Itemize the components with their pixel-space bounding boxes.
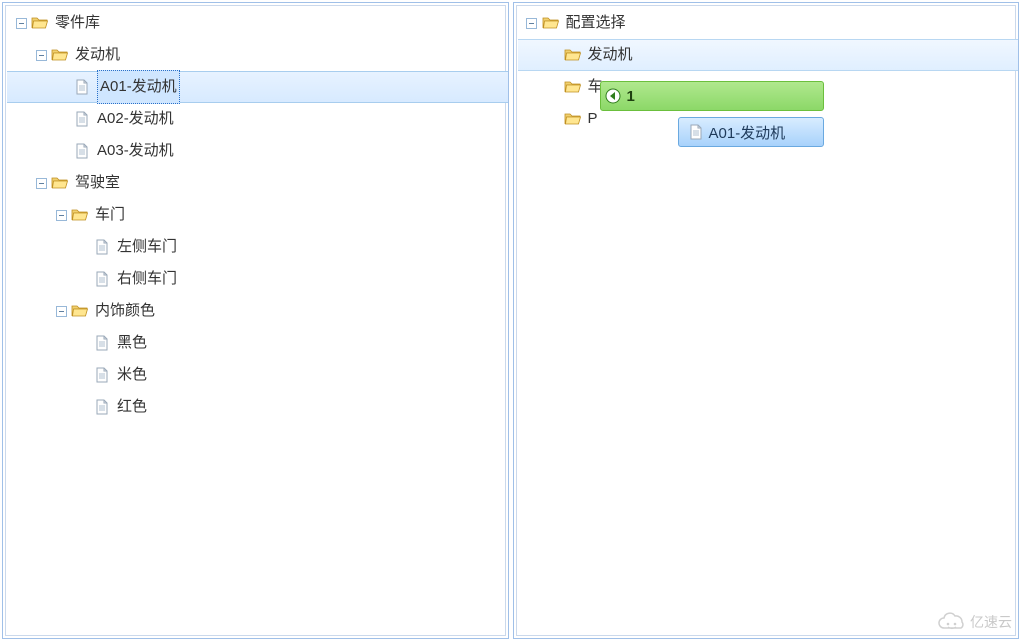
tree-node-cab[interactable]: 驾驶室	[7, 167, 508, 199]
node-label: A03-发动机	[97, 135, 174, 167]
tree-leaf-engine-a03[interactable]: A03-发动机	[7, 135, 508, 167]
node-label: 黑色	[117, 327, 147, 359]
node-label: P	[588, 103, 598, 135]
tree-node-engine[interactable]: 发动机	[518, 39, 1019, 71]
node-label: 发动机	[588, 39, 633, 71]
collapse-icon[interactable]	[53, 303, 69, 319]
tree-node-partial-2[interactable]: P	[518, 103, 1019, 135]
parts-library-tree[interactable]: 零件库 发动机 A01-发动机 A02-发动机 A03-发动机	[3, 3, 508, 423]
tree-node-color[interactable]: 内饰颜色	[7, 295, 508, 327]
tree-leaf-engine-a01[interactable]: A01-发动机	[7, 71, 508, 103]
file-icon	[93, 270, 111, 288]
node-label: A02-发动机	[97, 103, 174, 135]
cloud-icon	[936, 612, 968, 632]
node-label: 左侧车门	[117, 231, 177, 263]
file-icon	[73, 142, 91, 160]
tree-node-partial-1[interactable]: 车	[518, 71, 1019, 103]
tree-node-door[interactable]: 车门	[7, 199, 508, 231]
tree-leaf-color-black[interactable]: 黑色	[7, 327, 508, 359]
file-icon	[93, 334, 111, 352]
tree-leaf-color-red[interactable]: 红色	[7, 391, 508, 423]
tree-leaf-engine-a02[interactable]: A02-发动机	[7, 103, 508, 135]
collapse-icon[interactable]	[33, 47, 49, 63]
node-label: 红色	[117, 391, 147, 423]
collapse-icon[interactable]	[33, 175, 49, 191]
config-tree[interactable]: 配置选择 发动机 车 P 1	[514, 3, 1019, 135]
node-label: 发动机	[75, 39, 120, 71]
file-icon	[93, 366, 111, 384]
file-icon	[93, 238, 111, 256]
node-label: 车	[588, 71, 603, 103]
folder-open-icon	[31, 14, 49, 32]
folder-open-icon	[564, 110, 582, 128]
node-label: 配置选择	[566, 7, 626, 39]
left-panel: 零件库 发动机 A01-发动机 A02-发动机 A03-发动机	[2, 2, 509, 639]
node-label: 车门	[95, 199, 125, 231]
tree-leaf-door-right[interactable]: 右侧车门	[7, 263, 508, 295]
folder-open-icon	[51, 46, 69, 64]
tree-node-root[interactable]: 配置选择	[518, 7, 1019, 39]
watermark: 亿速云	[936, 612, 1012, 632]
folder-open-icon	[51, 174, 69, 192]
folder-open-icon	[71, 302, 89, 320]
tree-node-root[interactable]: 零件库	[7, 7, 508, 39]
file-icon	[73, 110, 91, 128]
collapse-icon[interactable]	[53, 207, 69, 223]
node-label: 内饰颜色	[95, 295, 155, 327]
dual-tree-layout: 零件库 发动机 A01-发动机 A02-发动机 A03-发动机	[0, 0, 1021, 641]
node-label: 米色	[117, 359, 147, 391]
watermark-text: 亿速云	[970, 612, 1012, 632]
node-label: 右侧车门	[117, 263, 177, 295]
folder-open-icon	[564, 78, 582, 96]
tree-node-engine[interactable]: 发动机	[7, 39, 508, 71]
file-icon	[93, 398, 111, 416]
tree-leaf-color-beige[interactable]: 米色	[7, 359, 508, 391]
node-label: 驾驶室	[75, 167, 120, 199]
folder-open-icon	[542, 14, 560, 32]
right-panel: 配置选择 发动机 车 P 1	[513, 2, 1020, 639]
folder-open-icon	[564, 46, 582, 64]
folder-open-icon	[71, 206, 89, 224]
tree-leaf-door-left[interactable]: 左侧车门	[7, 231, 508, 263]
node-label: A01-发动机	[97, 70, 180, 104]
file-icon	[73, 78, 91, 96]
node-label: 零件库	[55, 7, 100, 39]
collapse-icon[interactable]	[13, 15, 29, 31]
collapse-icon[interactable]	[524, 15, 540, 31]
